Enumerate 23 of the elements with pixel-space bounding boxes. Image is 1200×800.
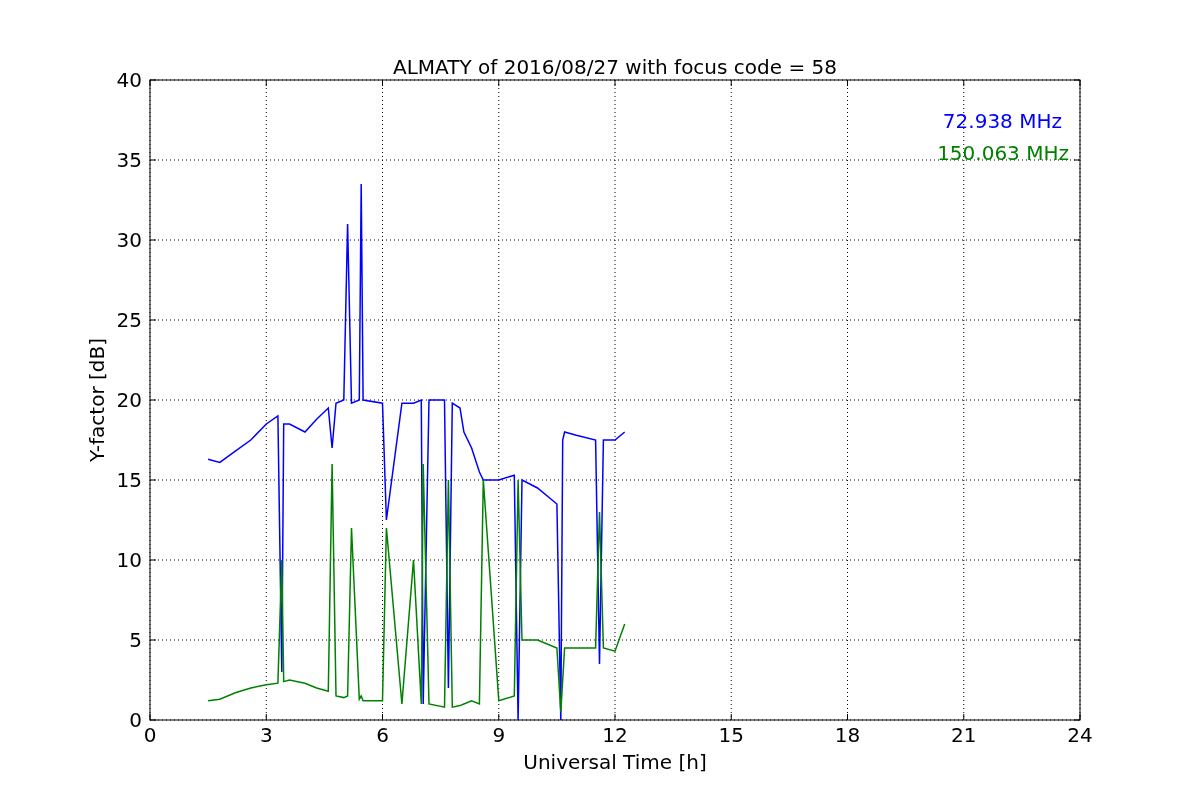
legend-label: 150.063 MHz — [937, 141, 1069, 165]
chart-title: ALMATY of 2016/08/27 with focus code = 58 — [393, 55, 837, 79]
x-tick-label: 15 — [718, 723, 744, 747]
y-tick-label: 25 — [116, 308, 142, 332]
legend-label: 72.938 MHz — [942, 109, 1062, 133]
x-tick-label: 18 — [834, 723, 861, 747]
y-axis-label: Y-factor [dB] — [85, 338, 109, 462]
y-tick-label: 15 — [116, 468, 142, 492]
x-tick-label: 24 — [1067, 723, 1093, 747]
x-tick-label: 6 — [376, 723, 389, 747]
x-tick-label: 0 — [143, 723, 157, 747]
x-tick-label: 9 — [492, 723, 506, 747]
x-tick-label: 12 — [602, 723, 628, 747]
y-tick-label: 30 — [116, 228, 142, 252]
y-tick-label: 35 — [116, 148, 142, 172]
y-tick-label: 20 — [116, 388, 142, 412]
x-tick-label: 21 — [951, 723, 977, 747]
y-tick-label: 40 — [116, 68, 142, 92]
y-tick-label: 10 — [116, 548, 142, 572]
y-tick-label: 0 — [129, 708, 142, 732]
x-axis-label: Universal Time [h] — [523, 750, 707, 774]
x-tick-label: 3 — [259, 723, 273, 747]
y-tick-label: 5 — [129, 628, 142, 652]
